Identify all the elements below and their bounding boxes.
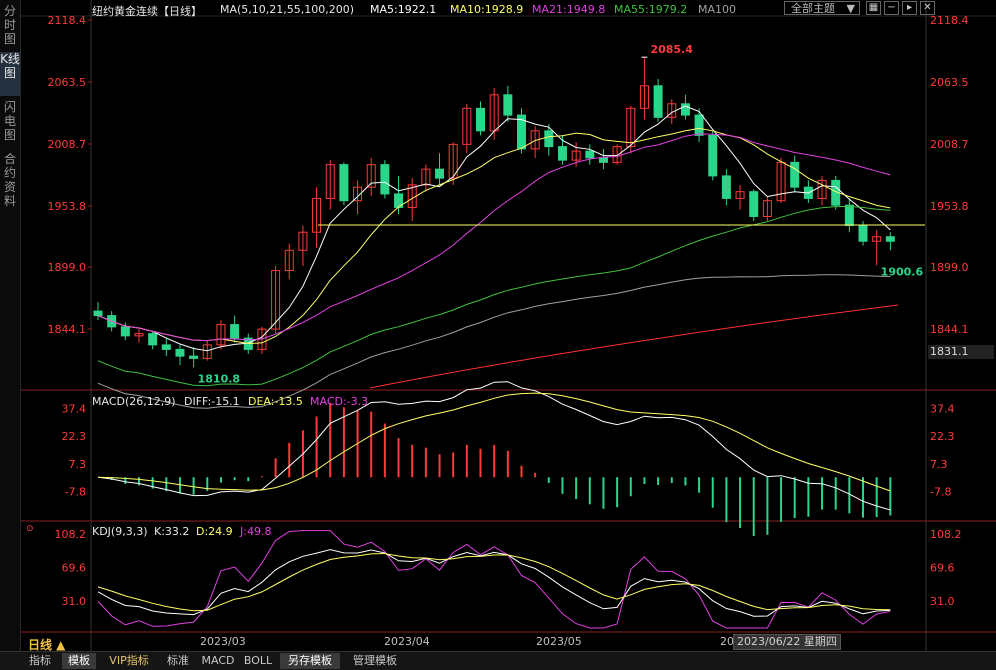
- low-annotation-march: 1810.8: [198, 373, 240, 386]
- price-label-right: 1844.1: [930, 323, 969, 336]
- macd-axis-label-left: -7.8: [65, 486, 86, 499]
- kdj-d: D:24.9: [196, 525, 233, 538]
- candle-body: [476, 107, 486, 132]
- candle-body: [749, 191, 759, 217]
- candle-body: [653, 85, 663, 118]
- macd-axis-label-right: 22.3: [930, 430, 955, 443]
- ma55-value: MA55:1979.2: [614, 3, 688, 16]
- macd-axis-label-right: 7.3: [930, 458, 948, 471]
- price-label-right: 1953.8: [930, 200, 969, 213]
- kdj-settings-icon[interactable]: ⊙: [26, 524, 34, 534]
- x-axis-label: 20: [720, 635, 734, 648]
- macd-label: MACD(26,12,9): [92, 395, 176, 408]
- candle-body: [161, 344, 171, 350]
- kdj-axis-label-left: 108.2: [55, 528, 87, 541]
- ma10-value: MA10:1928.9: [450, 3, 524, 16]
- kdj-axis-label-right: 69.6: [930, 561, 955, 574]
- candle-body: [339, 164, 349, 202]
- close-icon[interactable]: ✕: [920, 1, 935, 15]
- candle-body: [708, 134, 718, 177]
- price-label-right: 1899.0: [930, 261, 969, 274]
- x-axis-label: 2023/03: [200, 635, 246, 648]
- tab-manage-template[interactable]: 管理模板: [346, 653, 404, 669]
- macd-diff: DIFF:-15.1: [184, 395, 240, 408]
- tab-standard[interactable]: 标准: [162, 653, 194, 669]
- x-axis-label: 2023/04: [384, 635, 430, 648]
- macd-axis-label-left: 7.3: [69, 458, 87, 471]
- ma200-line: [369, 304, 899, 389]
- candle-body: [790, 161, 800, 188]
- ma5-value: MA5:1922.1: [370, 3, 437, 16]
- kdj-k: K:33.2: [154, 525, 190, 538]
- macd-axis-label-right: -7.8: [930, 486, 951, 499]
- kdj-j: J:49.8: [240, 525, 272, 538]
- candle-body: [175, 348, 185, 357]
- candle-body: [148, 333, 158, 346]
- price-label-right: 2008.7: [930, 138, 969, 151]
- ma55-line: [97, 205, 891, 387]
- ma-label: MA(5,10,21,55,100,200): [220, 3, 355, 16]
- price-label-right: 2118.4: [930, 14, 969, 27]
- candle-body: [93, 310, 103, 317]
- bottom-toolbar: 指标 模板 VIP指标 标准 MACD BOLL 另存模板 管理模板: [0, 651, 996, 670]
- macd-dea: DEA:-13.5: [248, 395, 303, 408]
- macd-value: MACD:-3.3: [310, 395, 369, 408]
- kdj-axis-label-right: 108.2: [930, 528, 962, 541]
- tab-macd[interactable]: MACD: [200, 653, 236, 669]
- candle-body: [544, 130, 554, 148]
- chevron-down-icon: ▼: [846, 2, 855, 15]
- candle-body: [230, 324, 240, 339]
- price-label-left: 2118.4: [48, 14, 87, 27]
- candle-body: [503, 94, 513, 116]
- arrow-right-icon[interactable]: ▸: [902, 1, 917, 15]
- candle-body: [694, 114, 704, 136]
- tab-template[interactable]: 模板: [62, 653, 96, 669]
- low-annotation-june: 1900.6: [881, 265, 924, 278]
- grid-icon[interactable]: ▦: [866, 1, 881, 15]
- ma21-line: [97, 133, 891, 342]
- candle-body: [189, 355, 199, 359]
- x-axis-label: 2023/05: [536, 635, 582, 648]
- candle-body: [885, 236, 895, 242]
- price-label-right: 2063.5: [930, 76, 969, 89]
- candle-body: [557, 146, 567, 161]
- candle-body: [585, 150, 595, 159]
- candle-body: [598, 157, 608, 163]
- kdj-axis-label-left: 31.0: [62, 595, 87, 608]
- macd-axis-label-right: 37.4: [930, 402, 955, 415]
- current-price-tag: 1831.1: [928, 345, 994, 359]
- price-label-left: 1953.8: [48, 200, 87, 213]
- kdj-axis-label-left: 69.6: [62, 561, 87, 574]
- candle-body: [680, 103, 690, 116]
- tab-boll[interactable]: BOLL: [242, 653, 274, 669]
- candle-body: [435, 168, 445, 179]
- macd-axis-label-left: 22.3: [62, 430, 87, 443]
- kdj-label: KDJ(9,3,3): [92, 525, 148, 538]
- candle-body: [120, 326, 130, 337]
- chart-title: 纽约黄金连续【日线】: [92, 5, 202, 18]
- ma5-line: [97, 105, 891, 352]
- kline-chart[interactable]: 2118.4 2118.4 2063.5 2063.5 2008.7 2008.7 1953…: [0, 0, 996, 651]
- candle-body: [844, 204, 854, 226]
- tab-vip-indicator[interactable]: VIP指标: [102, 653, 156, 669]
- ma21-value: MA21:1949.8: [532, 3, 606, 16]
- tab-save-template[interactable]: 另存模板: [280, 653, 340, 669]
- minus-icon[interactable]: −: [884, 1, 899, 15]
- high-annotation: 2085.4: [650, 43, 693, 56]
- macd-axis-label-left: 37.4: [62, 402, 87, 415]
- date-tooltip: 2023/06/22 星期四: [733, 634, 841, 650]
- price-label-left: 2063.5: [48, 76, 87, 89]
- candle-body: [858, 224, 868, 242]
- theme-dropdown[interactable]: 全部主题 ▼: [784, 1, 860, 15]
- tab-indicator[interactable]: 指标: [24, 653, 56, 669]
- ma100-value: MA100: [698, 3, 737, 16]
- price-label-left: 2008.7: [48, 138, 87, 151]
- price-label-left: 1899.0: [48, 261, 87, 274]
- candle-body: [721, 175, 731, 199]
- ma10-line: [97, 127, 891, 345]
- kdj-axis-label-right: 31.0: [930, 595, 955, 608]
- price-label-left: 1844.1: [48, 323, 87, 336]
- candle-body: [380, 164, 390, 195]
